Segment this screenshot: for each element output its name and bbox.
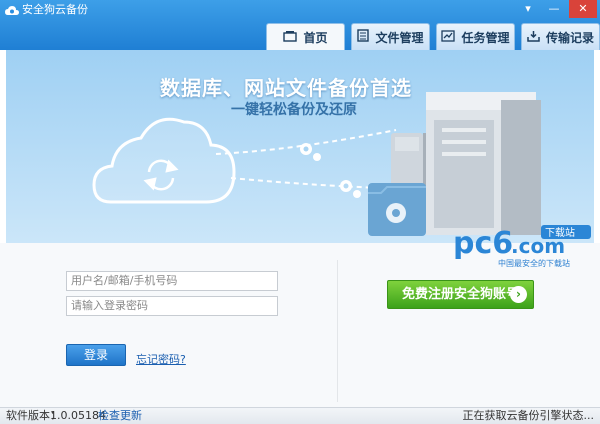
banner-title: 数据库、网站文件备份首选 xyxy=(160,76,412,100)
tab-task-manage[interactable]: 任务管理 xyxy=(436,23,515,50)
arrow-right-icon: › xyxy=(510,286,527,303)
cloud-logo-icon xyxy=(5,6,19,15)
engine-status-text: 正在获取云备份引擎状态... xyxy=(462,409,595,422)
check-update-link[interactable]: 检查更新 xyxy=(98,408,142,423)
register-button-label: 免费注册安全狗账号 xyxy=(402,287,520,302)
tab-home-label: 首页 xyxy=(303,30,328,45)
tab-transfer-log[interactable]: 传输记录 xyxy=(521,23,600,50)
transfer-icon xyxy=(527,30,540,45)
menu-dropdown-button[interactable]: ▾ xyxy=(517,0,539,18)
forgot-password-link[interactable]: 忘记密码? xyxy=(136,351,186,367)
divider xyxy=(337,260,338,402)
home-icon xyxy=(283,30,298,45)
tab-transfer-log-label: 传输记录 xyxy=(545,30,594,45)
file-manage-icon xyxy=(357,29,370,45)
server-tower-icon xyxy=(426,92,541,235)
register-button[interactable]: 免费注册安全狗账号 › xyxy=(387,280,534,309)
password-input[interactable]: 请输入登录密码 xyxy=(66,296,278,316)
login-button[interactable]: 登录 xyxy=(66,344,126,366)
window-title: 安全狗云备份 xyxy=(22,3,88,16)
banner: 数据库、网站文件备份首选 一键轻松备份及还原 xyxy=(6,50,594,243)
watermark-brand: pc6 xyxy=(453,226,513,259)
folder-icon xyxy=(368,183,426,236)
username-input[interactable]: 用户名/邮箱/手机号码 xyxy=(66,271,278,291)
minimize-button[interactable]: — xyxy=(540,0,568,18)
watermark-badge: 下载站 xyxy=(545,226,575,239)
tab-file-manage[interactable]: 文件管理 xyxy=(351,23,430,50)
tab-home[interactable]: 首页 xyxy=(266,23,345,50)
watermark-slogan: 中国最安全的下载站 xyxy=(498,259,570,268)
title-bar: 安全狗云备份 ▾ — ✕ 首页 文件管理 任务管理 传输记录 xyxy=(0,0,600,50)
tab-task-manage-label: 任务管理 xyxy=(461,30,510,45)
main-tabs: 首页 文件管理 任务管理 传输记录 xyxy=(260,23,600,50)
tab-file-manage-label: 文件管理 xyxy=(375,30,424,45)
task-icon xyxy=(441,29,456,45)
banner-subtitle: 一键轻松备份及还原 xyxy=(231,102,357,118)
gear-icon xyxy=(300,143,361,198)
close-button[interactable]: ✕ xyxy=(569,0,597,18)
status-bar: 软件版本： 1.0.05184 检查更新 正在获取云备份引擎状态... xyxy=(0,407,600,424)
